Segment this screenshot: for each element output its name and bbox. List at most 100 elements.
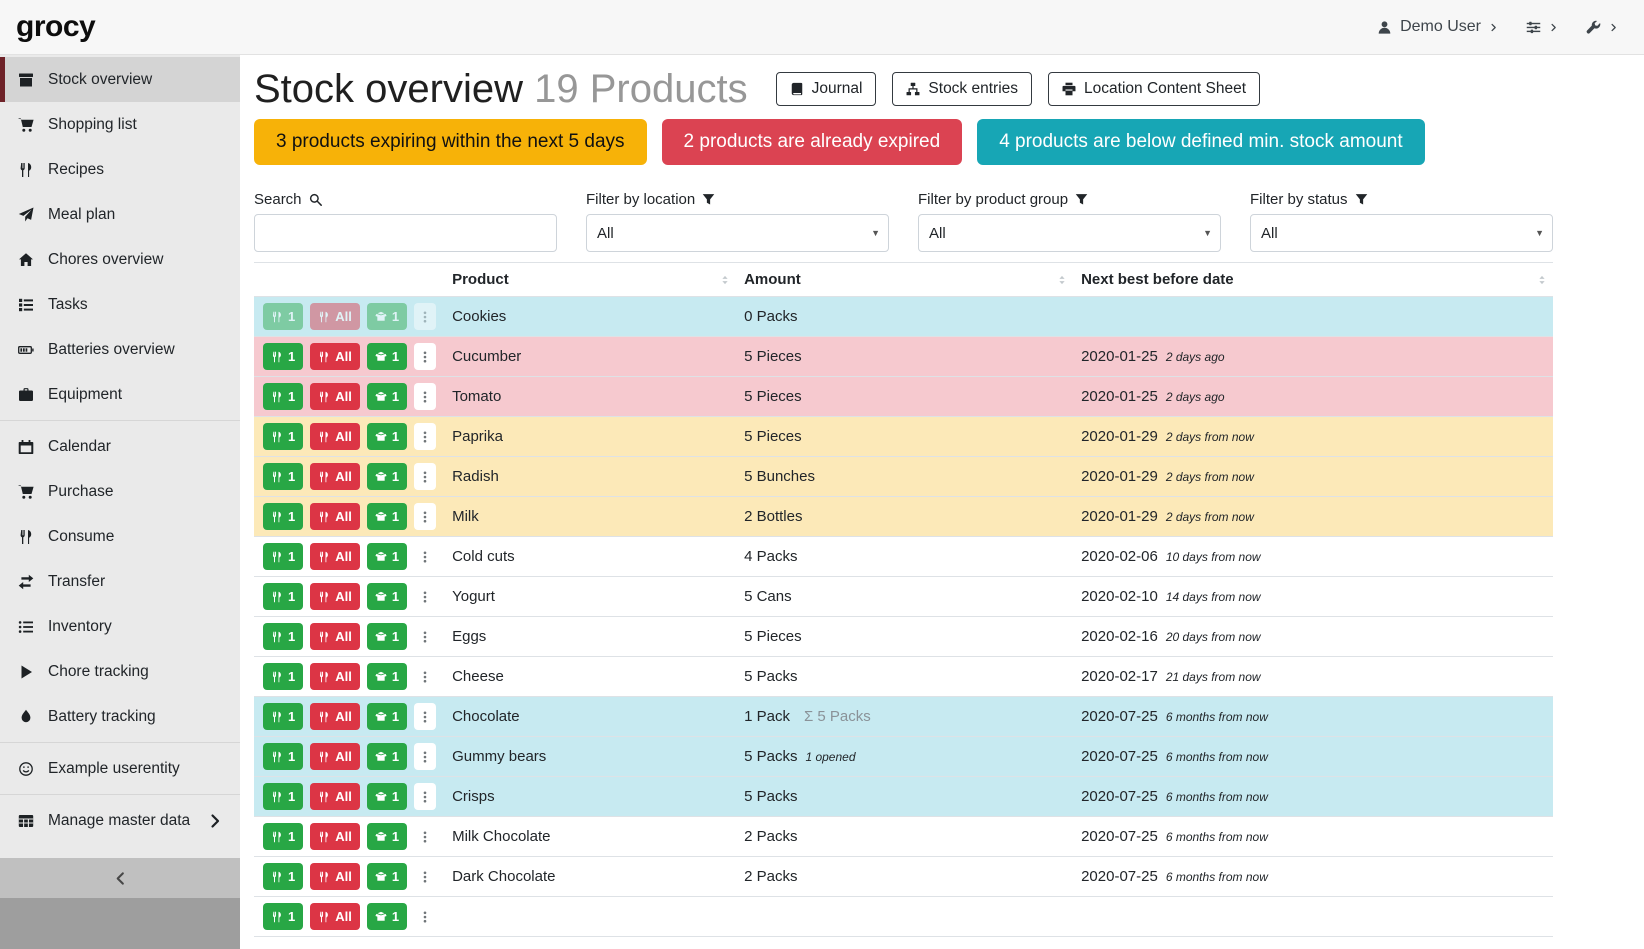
open-one-button[interactable]: 1 xyxy=(367,503,407,530)
row-menu-button[interactable] xyxy=(414,783,436,810)
row-menu-button[interactable] xyxy=(414,343,436,370)
row-menu-button[interactable] xyxy=(414,423,436,450)
column-header-product[interactable]: Product xyxy=(444,263,736,297)
consume-one-button[interactable]: 1 xyxy=(263,823,303,850)
row-menu-button[interactable] xyxy=(414,463,436,490)
open-one-button[interactable]: 1 xyxy=(367,543,407,570)
consume-one-button[interactable]: 1 xyxy=(263,863,303,890)
app-logo[interactable]: grocy xyxy=(16,10,95,44)
open-one-button[interactable]: 1 xyxy=(367,303,407,330)
row-menu-button[interactable] xyxy=(414,623,436,650)
sidebar-item-batteries-overview[interactable]: Batteries overview xyxy=(0,327,240,372)
consume-all-button[interactable]: All xyxy=(310,863,360,890)
status-select[interactable]: All xyxy=(1250,214,1553,252)
open-one-button[interactable]: 1 xyxy=(367,463,407,490)
consume-all-button[interactable]: All xyxy=(310,743,360,770)
consume-one-button[interactable]: 1 xyxy=(263,903,303,930)
consume-one-button[interactable]: 1 xyxy=(263,663,303,690)
open-one-button[interactable]: 1 xyxy=(367,663,407,690)
open-one-button[interactable]: 1 xyxy=(367,743,407,770)
location-content-sheet-button[interactable]: Location Content Sheet xyxy=(1048,72,1260,106)
open-one-button[interactable]: 1 xyxy=(367,583,407,610)
sidebar-item-inventory[interactable]: Inventory xyxy=(0,604,240,649)
open-one-button[interactable]: 1 xyxy=(367,423,407,450)
consume-one-button[interactable]: 1 xyxy=(263,423,303,450)
open-one-button[interactable]: 1 xyxy=(367,383,407,410)
sidebar-item-tasks[interactable]: Tasks xyxy=(0,282,240,327)
row-menu-button[interactable] xyxy=(414,503,436,530)
sidebar-item-stock-overview[interactable]: Stock overview xyxy=(0,57,240,102)
row-menu-button[interactable] xyxy=(414,303,436,330)
sidebar-item-recipes[interactable]: Recipes xyxy=(0,147,240,192)
sidebar-item-transfer[interactable]: Transfer xyxy=(0,559,240,604)
row-menu-button[interactable] xyxy=(414,663,436,690)
consume-all-button[interactable]: All xyxy=(310,783,360,810)
consume-all-button[interactable]: All xyxy=(310,663,360,690)
open-one-button[interactable]: 1 xyxy=(367,343,407,370)
consume-one-button[interactable]: 1 xyxy=(263,383,303,410)
column-header-amount[interactable]: Amount xyxy=(736,263,1073,297)
consume-one-button[interactable]: 1 xyxy=(263,743,303,770)
admin-menu[interactable] xyxy=(1586,20,1618,35)
consume-one-button[interactable]: 1 xyxy=(263,303,303,330)
consume-one-button[interactable]: 1 xyxy=(263,503,303,530)
consume-one-button[interactable]: 1 xyxy=(263,583,303,610)
sidebar-item-chore-tracking[interactable]: Chore tracking xyxy=(0,649,240,694)
sidebar-item-manage-master-data[interactable]: Manage master data xyxy=(0,798,240,843)
sidebar-item-meal-plan[interactable]: Meal plan xyxy=(0,192,240,237)
row-menu-button[interactable] xyxy=(414,703,436,730)
open-one-button[interactable]: 1 xyxy=(367,783,407,810)
row-menu-button[interactable] xyxy=(414,863,436,890)
product-group-select[interactable]: All xyxy=(918,214,1221,252)
consume-all-button[interactable]: All xyxy=(310,423,360,450)
sidebar-item-equipment[interactable]: Equipment xyxy=(0,372,240,417)
row-menu-button[interactable] xyxy=(414,743,436,770)
open-one-button[interactable]: 1 xyxy=(367,703,407,730)
sidebar-item-calendar[interactable]: Calendar xyxy=(0,424,240,469)
open-one-button[interactable]: 1 xyxy=(367,903,407,930)
consume-all-button[interactable]: All xyxy=(310,543,360,570)
consume-one-button[interactable]: 1 xyxy=(263,463,303,490)
consume-all-button[interactable]: All xyxy=(310,383,360,410)
sidebar-item-consume[interactable]: Consume xyxy=(0,514,240,559)
sidebar-collapse-button[interactable] xyxy=(0,858,240,898)
consume-all-button[interactable]: All xyxy=(310,823,360,850)
consume-all-button[interactable]: All xyxy=(310,623,360,650)
consume-all-button[interactable]: All xyxy=(310,703,360,730)
consume-all-button[interactable]: All xyxy=(310,463,360,490)
open-one-button[interactable]: 1 xyxy=(367,623,407,650)
consume-one-button[interactable]: 1 xyxy=(263,703,303,730)
alert-warning[interactable]: 3 products expiring within the next 5 da… xyxy=(254,119,647,165)
consume-one-button[interactable]: 1 xyxy=(263,783,303,810)
sidebar-item-example-userentity[interactable]: Example userentity xyxy=(0,746,240,791)
consume-one-button[interactable]: 1 xyxy=(263,543,303,570)
consume-all-button[interactable]: All xyxy=(310,343,360,370)
stock-entries-button[interactable]: Stock entries xyxy=(892,72,1032,106)
consume-all-button[interactable]: All xyxy=(310,583,360,610)
consume-one-button[interactable]: 1 xyxy=(263,343,303,370)
open-one-button[interactable]: 1 xyxy=(367,823,407,850)
journal-button[interactable]: Journal xyxy=(776,72,877,106)
consume-all-button[interactable]: All xyxy=(310,303,360,330)
consume-one-button[interactable]: 1 xyxy=(263,623,303,650)
user-menu[interactable]: Demo User xyxy=(1377,18,1498,36)
product-amount: 2 Packs xyxy=(736,857,1073,897)
alert-info[interactable]: 4 products are below defined min. stock … xyxy=(977,119,1424,165)
location-select[interactable]: All xyxy=(586,214,889,252)
sidebar-item-chores-overview[interactable]: Chores overview xyxy=(0,237,240,282)
column-header-next-best-before-date[interactable]: Next best before date xyxy=(1073,263,1553,297)
sidebar-item-shopping-list[interactable]: Shopping list xyxy=(0,102,240,147)
consume-all-button[interactable]: All xyxy=(310,903,360,930)
row-menu-button[interactable] xyxy=(414,823,436,850)
consume-all-button[interactable]: All xyxy=(310,503,360,530)
settings-menu[interactable] xyxy=(1526,20,1558,35)
row-menu-button[interactable] xyxy=(414,903,436,930)
row-menu-button[interactable] xyxy=(414,543,436,570)
sidebar-item-purchase[interactable]: Purchase xyxy=(0,469,240,514)
sidebar-item-battery-tracking[interactable]: Battery tracking xyxy=(0,694,240,739)
open-one-button[interactable]: 1 xyxy=(367,863,407,890)
search-input[interactable] xyxy=(254,214,557,252)
row-menu-button[interactable] xyxy=(414,583,436,610)
row-menu-button[interactable] xyxy=(414,383,436,410)
alert-danger[interactable]: 2 products are already expired xyxy=(662,119,963,165)
